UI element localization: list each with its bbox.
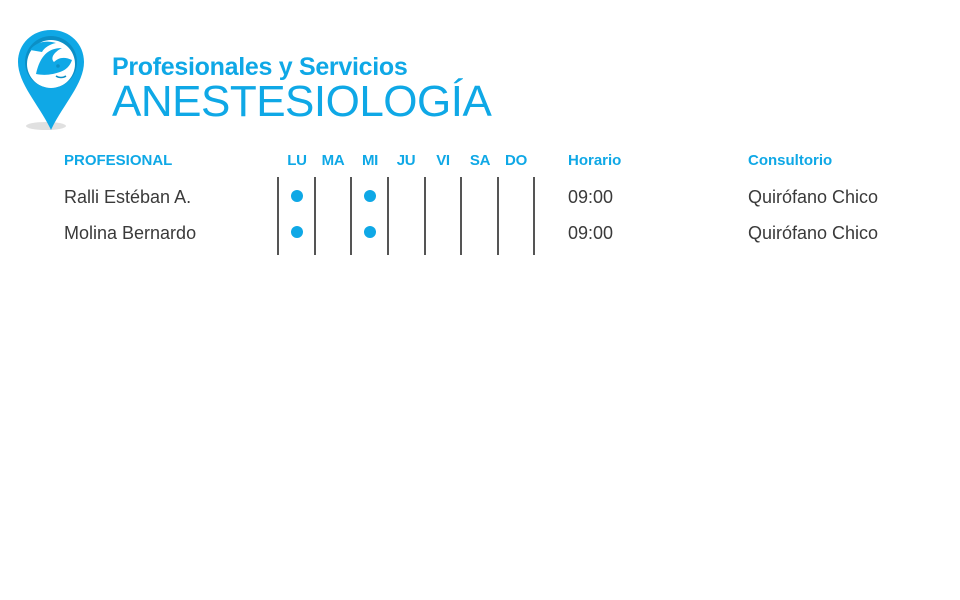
table-row: Molina Bernardo 09:00 Quirófano Chico — [0, 214, 960, 250]
table-row: Ralli Estéban A. 09:00 Quirófano Chico — [0, 178, 960, 214]
column-header-horario: Horario — [568, 152, 622, 169]
profesional-name: Ralli Estéban A. — [64, 187, 192, 207]
horario-value: 09:00 — [568, 223, 614, 243]
column-header-consultorio: Consultorio — [748, 152, 833, 169]
column-header-day-ma: MA — [321, 152, 345, 169]
column-header-day-ju: JU — [396, 152, 416, 169]
column-header-day-mi: MI — [361, 152, 379, 169]
column-header-day-vi: VI — [436, 152, 450, 169]
day-lu-indicator — [291, 226, 303, 238]
day-mi-indicator — [364, 190, 376, 202]
column-header-profesional: PROFESIONAL — [64, 152, 173, 169]
column-header-day-do: DO — [505, 152, 527, 169]
column-header-day-lu: LU — [287, 152, 307, 169]
page-title: ANESTESIOLOGÍA — [112, 77, 492, 126]
day-mi-indicator — [364, 226, 376, 238]
consultorio-value: Quirófano Chico — [748, 187, 879, 207]
consultorio-value: Quirófano Chico — [748, 223, 879, 243]
horario-value: 09:00 — [568, 187, 614, 207]
map-pin-baby-icon — [18, 30, 84, 130]
title-block: Profesionales y Servicios ANESTESIOLOGÍA — [112, 52, 492, 126]
profesional-name: Molina Bernardo — [64, 223, 197, 243]
day-lu-indicator — [291, 190, 303, 202]
column-header-day-sa: SA — [469, 152, 491, 169]
